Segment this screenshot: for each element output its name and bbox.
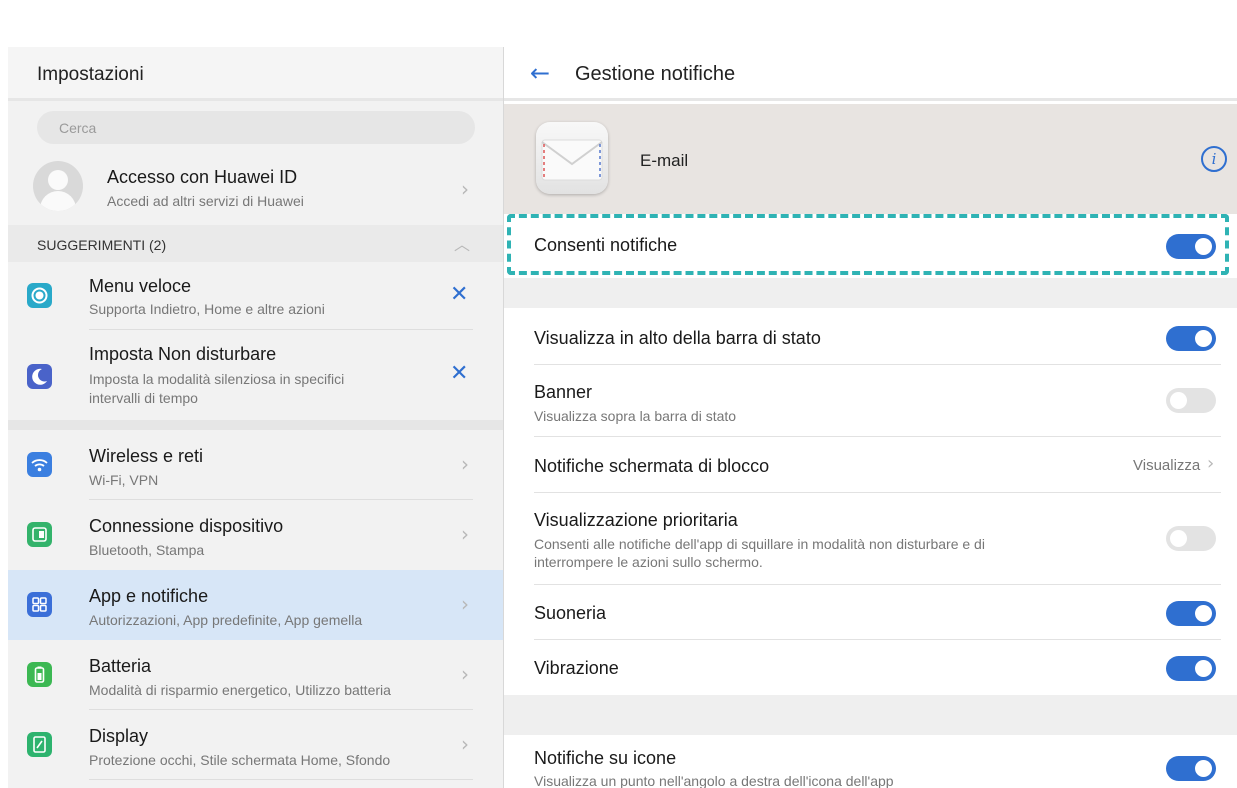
priority-display-row[interactable]: Visualizzazione prioritaria Consenti all…	[504, 493, 1237, 585]
dismiss-close-icon[interactable]: ✕	[450, 282, 468, 307]
sidebar-header: Impostazioni	[8, 47, 503, 101]
chevron-right-icon: ›	[461, 662, 469, 686]
status-bar-display-toggle[interactable]	[1166, 326, 1216, 351]
detail-header: ← Gestione notifiche	[504, 47, 1237, 101]
vibration-row[interactable]: Vibrazione	[504, 640, 1237, 695]
vibration-toggle[interactable]	[1166, 656, 1216, 681]
banner-toggle[interactable]	[1166, 388, 1216, 413]
suggestion-quick-menu[interactable]: Menu veloce Supporta Indietro, Home e al…	[8, 262, 503, 330]
section-gap	[504, 278, 1237, 308]
sidebar-item-subtitle: Protezione occhi, Stile schermata Home, …	[89, 752, 391, 768]
sidebar-item-subtitle: Wi-Fi, VPN	[89, 472, 159, 488]
account-title: Accesso con Huawei ID	[107, 167, 298, 187]
battery-icon	[27, 662, 52, 687]
allow-notifications-toggle[interactable]	[1166, 234, 1216, 259]
suggestion-subtitle-line1: Imposta la modalità silenziosa in specif…	[89, 371, 345, 387]
section-gap	[504, 695, 1237, 735]
lock-screen-value: Visualizza	[1133, 457, 1201, 474]
setting-subtitle: Visualizza un punto nell'angolo a destra…	[534, 773, 894, 788]
setting-title: Vibrazione	[534, 658, 619, 678]
chevron-up-icon[interactable]: ︿	[454, 231, 470, 255]
icon-badges-toggle[interactable]	[1166, 756, 1216, 781]
status-bar-display-row[interactable]: Visualizza in alto della barra di stato	[504, 308, 1237, 365]
section-divider	[8, 420, 503, 430]
search-input[interactable]: Cerca	[37, 111, 475, 144]
lock-screen-notifications-row[interactable]: Notifiche schermata di blocco Visualizza…	[504, 437, 1237, 493]
suggestions-header[interactable]: SUGGERIMENTI (2) ︿	[8, 225, 503, 262]
search-placeholder: Cerca	[59, 120, 97, 136]
sidebar-item-display[interactable]: Display Protezione occhi, Stile schermat…	[8, 710, 503, 780]
allow-notifications-row[interactable]: Consenti notifiche	[504, 214, 1237, 278]
ringtone-toggle[interactable]	[1166, 601, 1216, 626]
sidebar-item-subtitle: Autorizzazioni, App predefinite, App gem…	[89, 612, 363, 628]
chevron-right-icon: ›	[461, 732, 469, 756]
sidebar-item-label: Wireless e reti	[89, 446, 204, 466]
ringtone-row[interactable]: Suoneria	[504, 585, 1237, 640]
priority-display-toggle[interactable]	[1166, 526, 1216, 551]
app-info-header: E-mail i	[504, 104, 1237, 214]
suggestion-do-not-disturb[interactable]: Imposta Non disturbare Imposta la modali…	[8, 330, 503, 420]
settings-sidebar: Impostazioni Cerca Accesso con Huawei ID…	[8, 47, 503, 788]
banner-row[interactable]: Banner Visualizza sopra la barra di stat…	[504, 365, 1237, 437]
suggestions-label: SUGGERIMENTI (2)	[37, 237, 167, 253]
allow-notifications-label: Consenti notifiche	[534, 235, 678, 255]
sidebar-item-wireless[interactable]: Wireless e reti Wi-Fi, VPN ›	[8, 430, 503, 500]
quick-menu-icon	[27, 283, 52, 308]
sidebar-item-apps-notifications[interactable]: App e notifiche Autorizzazioni, App pred…	[8, 570, 503, 640]
setting-title: Banner	[534, 382, 593, 402]
back-arrow-icon[interactable]: ←	[530, 59, 550, 87]
setting-subtitle-line1: Consenti alle notifiche dell'app di squi…	[534, 536, 985, 552]
sidebar-item-device-connection[interactable]: Connessione dispositivo Bluetooth, Stamp…	[8, 500, 503, 570]
wifi-icon	[27, 452, 52, 477]
setting-subtitle-line2: interrompere le azioni sullo schermo.	[534, 554, 763, 570]
chevron-right-icon: ›	[461, 592, 469, 616]
icon-badges-row[interactable]: Notifiche su icone Visualizza un punto n…	[504, 735, 1237, 788]
notification-management-pane: ← Gestione notifiche E-mail i Consenti n…	[504, 47, 1237, 788]
suggestion-subtitle-line2: intervalli di tempo	[89, 390, 198, 406]
setting-title: Notifiche su icone	[534, 748, 677, 768]
sidebar-item-subtitle: Bluetooth, Stampa	[89, 542, 205, 558]
moon-icon	[27, 364, 52, 389]
chevron-right-icon: ›	[1207, 453, 1215, 474]
setting-subtitle: Visualizza sopra la barra di stato	[534, 408, 737, 424]
info-icon[interactable]: i	[1201, 146, 1227, 172]
app-name: E-mail	[640, 151, 689, 170]
setting-title: Visualizzazione prioritaria	[534, 510, 738, 530]
sidebar-item-label: App e notifiche	[89, 586, 209, 606]
avatar	[33, 161, 83, 211]
sidebar-item-label: Connessione dispositivo	[89, 516, 284, 536]
account-subtitle: Accedi ad altri servizi di Huawei	[107, 193, 304, 209]
suggestion-title: Menu veloce	[89, 276, 192, 296]
chevron-right-icon: ›	[461, 522, 469, 546]
email-app-icon	[536, 122, 608, 194]
suggestion-title: Imposta Non disturbare	[89, 344, 277, 364]
chevron-right-icon: ›	[461, 452, 469, 476]
apps-icon	[27, 592, 52, 617]
sidebar-item-subtitle: Modalità di risparmio energetico, Utiliz…	[89, 682, 391, 698]
sidebar-item-label: Display	[89, 726, 149, 746]
sidebar-item-battery[interactable]: Batteria Modalità di risparmio energetic…	[8, 640, 503, 710]
huawei-id-account-row[interactable]: Accesso con Huawei ID Accedi ad altri se…	[8, 153, 503, 223]
setting-title: Suoneria	[534, 603, 607, 623]
suggestion-subtitle: Supporta Indietro, Home e altre azioni	[89, 301, 325, 317]
setting-title: Notifiche schermata di blocco	[534, 456, 770, 476]
detail-title: Gestione notifiche	[575, 63, 736, 85]
setting-title: Visualizza in alto della barra di stato	[534, 328, 821, 348]
page-title: Impostazioni	[37, 64, 144, 85]
dismiss-close-icon[interactable]: ✕	[450, 361, 468, 386]
device-connection-icon	[27, 522, 52, 547]
chevron-right-icon: ›	[461, 177, 469, 201]
sidebar-item-label: Batteria	[89, 656, 152, 676]
display-icon	[27, 732, 52, 757]
